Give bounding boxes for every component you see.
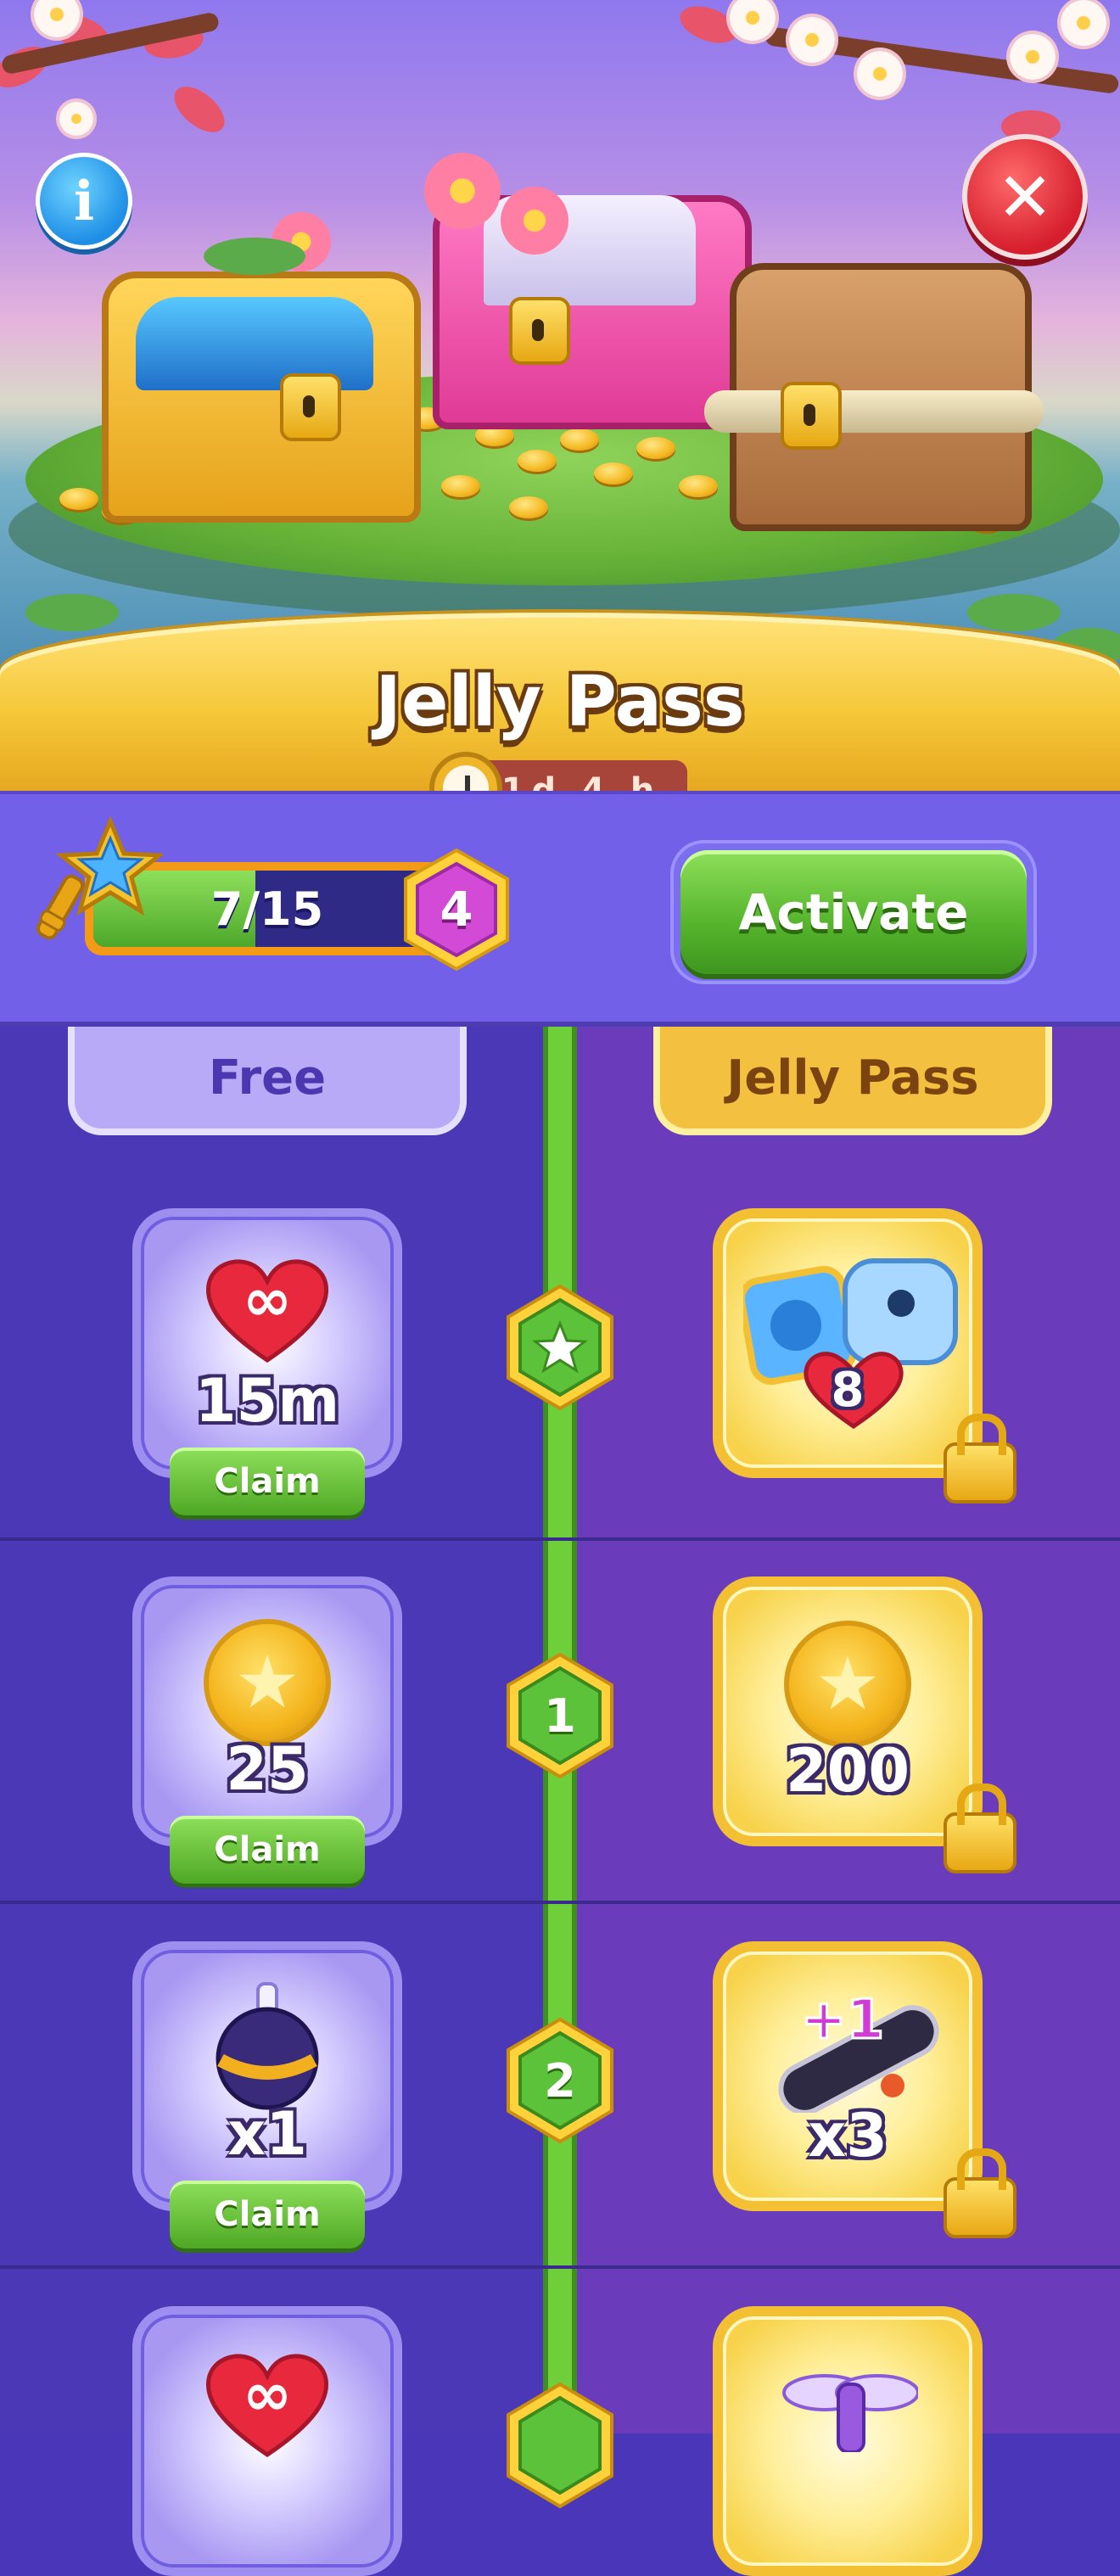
coin-decoration [509, 496, 548, 518]
star-coin-icon: ★ [204, 1619, 331, 1746]
chest-lock-icon [781, 382, 842, 450]
page-title: Jelly Pass [375, 662, 745, 742]
infinite-heart-icon: ∞ [205, 1259, 329, 1364]
svg-text:∞: ∞ [243, 2360, 292, 2429]
free-reward-card[interactable]: x1 [132, 1941, 402, 2211]
free-reward-card[interactable]: ★ 25 [132, 1576, 402, 1846]
coin-decoration [594, 462, 633, 484]
blossom-decoration [789, 17, 835, 63]
reward-amount: 200 [785, 1736, 910, 1806]
activate-button-frame: Activate [670, 840, 1037, 984]
lock-icon [944, 2148, 1016, 2238]
free-reward-card[interactable]: ∞ [132, 2306, 402, 2576]
flower-decoration [424, 153, 501, 229]
blossom-decoration [59, 102, 93, 136]
row-divider [0, 1537, 1120, 1541]
coin-decoration [636, 437, 675, 459]
reward-amount: 25 [226, 1734, 309, 1804]
coin-decoration [560, 428, 599, 451]
close-button[interactable]: ✕ [962, 134, 1088, 260]
pass-reward-card[interactable]: +1 x3 [713, 1941, 983, 2211]
level-number: 4 [440, 882, 473, 938]
tab-jelly-pass[interactable]: Jelly Pass [653, 1027, 1052, 1135]
star-coin-icon: ★ [784, 1621, 911, 1748]
lock-icon [944, 1784, 1016, 1873]
lily-pad [967, 594, 1061, 631]
lily-pad [204, 238, 305, 275]
flower-decoration [501, 187, 568, 255]
tier-number: 1 [544, 1688, 576, 1743]
claim-button[interactable]: Claim [170, 1448, 365, 1515]
free-reward-card[interactable]: ∞ 15m [132, 1208, 402, 1478]
blossom-decoration [1061, 0, 1106, 46]
pass-reward-card[interactable]: 8 [713, 1208, 983, 1478]
lily-pad [25, 594, 119, 631]
coin-decoration [441, 475, 480, 497]
svg-text:+1: +1 [801, 1989, 884, 2052]
blossom-decoration [1010, 34, 1056, 80]
pass-reward-card[interactable]: ★ 200 [713, 1576, 983, 1846]
lock-icon [944, 1414, 1016, 1504]
claim-button[interactable]: Claim [170, 1816, 365, 1884]
tier-node [507, 2382, 613, 2509]
blossom-decoration [857, 51, 903, 97]
reward-amount: 8 [831, 1363, 865, 1418]
wood-chest-strap [704, 390, 1044, 433]
reward-amount: 15m [194, 1366, 340, 1436]
tier-node-star [507, 1284, 613, 1411]
reward-amount: x1 [227, 2099, 307, 2169]
activate-button[interactable]: Activate [680, 850, 1027, 974]
row-divider [0, 2265, 1120, 2269]
svg-text:∞: ∞ [243, 1265, 292, 1335]
bomb-icon [216, 1982, 319, 2110]
star-key-icon [36, 815, 163, 940]
header-scene: i ✕ [0, 0, 1120, 670]
info-button[interactable]: i [36, 153, 132, 249]
tier-number: 2 [544, 2053, 576, 2108]
skateboard-plus-one-icon: +1 [778, 1988, 939, 2113]
coin-decoration [679, 475, 718, 497]
reward-amount: x3 [808, 2101, 888, 2170]
tab-free[interactable]: Free [68, 1027, 467, 1135]
chest-lock-icon [509, 297, 570, 365]
leaf-decoration [165, 77, 233, 142]
chest-lock-icon [280, 373, 341, 441]
propeller-icon [782, 2374, 918, 2452]
coin-decoration [518, 450, 557, 472]
row-divider [0, 1901, 1120, 1904]
coin-decoration [59, 488, 98, 510]
claim-button[interactable]: Claim [170, 2181, 365, 2248]
infinite-heart-icon: ∞ [205, 2354, 329, 2458]
pass-reward-card[interactable] [713, 2306, 983, 2576]
